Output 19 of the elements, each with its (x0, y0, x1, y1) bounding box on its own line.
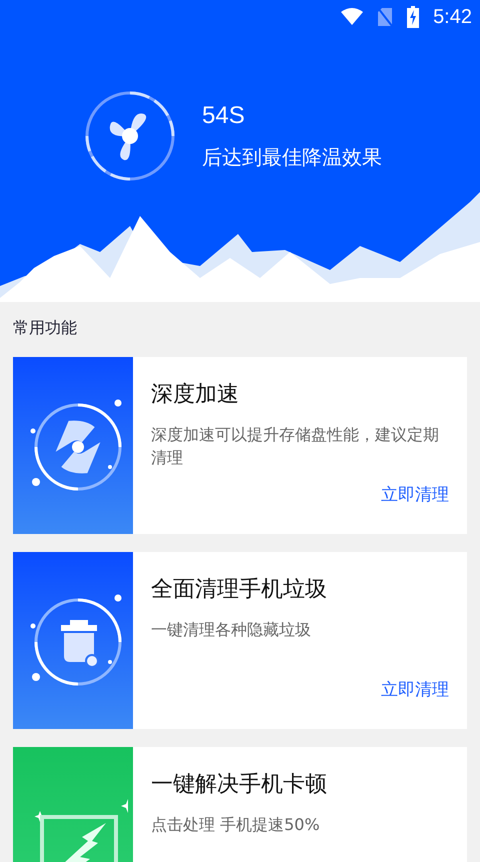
card-description: 一键清理各种隐藏垃圾 (151, 619, 312, 641)
clean-now-link[interactable]: 立即清理 (381, 483, 449, 506)
feature-card[interactable]: 一键解决手机卡顿 点击处理 手机提速50% (13, 747, 467, 862)
no-sim-icon (377, 7, 394, 27)
card-title: 深度加速 (151, 381, 240, 409)
card-description: 点击处理 手机提速50% (151, 814, 321, 836)
countdown-text: 54S (202, 102, 246, 130)
fan-icon (84, 90, 176, 182)
clean-now-link[interactable]: 立即清理 (381, 678, 449, 701)
card-description: 深度加速可以提升存储盘性能，建议定期清理 (151, 424, 440, 470)
card-title: 一键解决手机卡顿 (151, 771, 328, 799)
cooling-caption: 后达到最佳降温效果 (202, 144, 382, 170)
card-title: 全面清理手机垃圾 (151, 576, 328, 604)
wifi-icon (341, 8, 364, 26)
feature-card[interactable]: 全面清理手机垃圾 一键清理各种隐藏垃圾 立即清理 (13, 552, 467, 729)
status-time: 5:42 (433, 6, 472, 28)
section-title: 常用功能 (13, 318, 78, 339)
feature-card[interactable]: 深度加速 深度加速可以提升存储盘性能，建议定期清理 立即清理 (13, 357, 467, 534)
battery-charging-icon (407, 6, 420, 28)
